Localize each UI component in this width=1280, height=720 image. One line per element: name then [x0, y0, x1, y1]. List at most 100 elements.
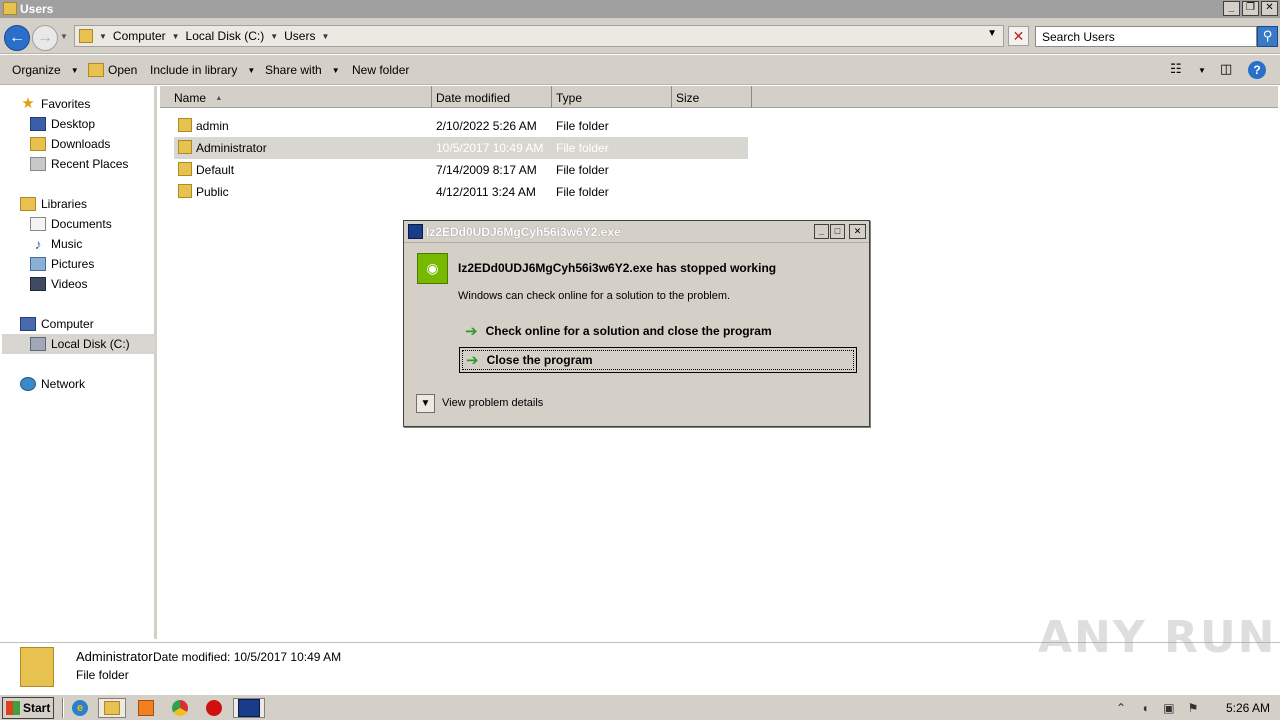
file-type: File folder: [556, 141, 609, 155]
nav-computer[interactable]: Computer: [20, 314, 94, 334]
nav-documents[interactable]: Documents: [30, 214, 112, 234]
nav-network[interactable]: Network: [20, 374, 85, 394]
preview-pane-icon[interactable]: ◫: [1220, 61, 1232, 77]
table-row[interactable]: Default 7/14/2009 8:17 AM File folder: [174, 159, 748, 181]
new-folder-button[interactable]: New folder: [352, 63, 409, 77]
nav-videos-label: Videos: [51, 277, 88, 291]
dialog-title: Iz2EDd0UDJ6MgCyh56i3w6Y2.exe: [426, 225, 621, 239]
start-label: Start: [23, 701, 51, 715]
taskbar-internet-explorer[interactable]: e: [66, 698, 94, 718]
minimize-button[interactable]: _: [1223, 1, 1240, 16]
taskbar-media-player[interactable]: [132, 698, 160, 718]
folder-icon: [178, 184, 192, 198]
nav-music[interactable]: ♪ Music: [30, 234, 83, 254]
chevron-down-icon: ▼: [247, 65, 256, 75]
dialog-minimize-button[interactable]: _: [814, 224, 829, 239]
start-button[interactable]: Start: [2, 697, 54, 719]
taskbar-opera[interactable]: [200, 698, 228, 718]
column-header-size[interactable]: Size: [672, 86, 752, 108]
breadcrumb-users[interactable]: Users: [284, 29, 315, 43]
nav-recent-places[interactable]: Recent Places: [30, 154, 128, 174]
column-header-date-modified[interactable]: Date modified: [432, 86, 552, 108]
column-header-type[interactable]: Type: [552, 86, 672, 108]
action-center-flag-icon[interactable]: ⚑: [1186, 701, 1200, 715]
breadcrumb-computer[interactable]: Computer: [113, 29, 166, 43]
folder-icon: [178, 162, 192, 176]
clock[interactable]: 5:26 AM: [1226, 701, 1270, 715]
search-input[interactable]: Search Users: [1035, 26, 1257, 47]
include-in-library-button[interactable]: Include in library ▼: [150, 63, 255, 77]
media-player-icon: [138, 700, 154, 716]
green-arrow-icon: ➔: [466, 352, 479, 369]
open-label: Open: [108, 63, 138, 77]
folder-icon: [3, 2, 17, 15]
pictures-icon: [30, 257, 46, 271]
folder-locked-icon: [178, 118, 192, 132]
windows-explorer-icon: [104, 701, 120, 715]
application-icon: [408, 224, 423, 239]
view-options-icon[interactable]: ☷: [1170, 61, 1182, 77]
nav-downloads[interactable]: Downloads: [30, 134, 110, 154]
share-with-label: Share with: [265, 63, 322, 77]
nav-libraries-label: Libraries: [41, 197, 88, 211]
organize-button[interactable]: Organize ▼: [12, 63, 79, 77]
recent-pages-dropdown-icon[interactable]: ▼: [60, 32, 68, 41]
show-hidden-icons-icon[interactable]: ⌃: [1114, 701, 1128, 715]
search-icon[interactable]: ⚲: [1257, 26, 1278, 47]
dialog-subtext: Windows can check online for a solution …: [458, 290, 731, 302]
column-header-name[interactable]: Name ▲: [170, 86, 432, 108]
nav-favorites[interactable]: ★ Favorites: [20, 94, 90, 114]
details-type: File folder: [76, 668, 129, 682]
dialog-titlebar[interactable]: Iz2EDd0UDJ6MgCyh56i3w6Y2.exe _ □ ✕: [404, 221, 869, 243]
share-with-button[interactable]: Share with ▼: [265, 63, 340, 77]
taskbar-crashed-app[interactable]: [233, 698, 265, 718]
forward-button[interactable]: →: [32, 25, 58, 51]
view-problem-details-label[interactable]: View problem details: [442, 397, 543, 409]
nav-desktop-label: Desktop: [51, 117, 96, 131]
check-online-button[interactable]: ➔ Check online for a solution and close …: [459, 318, 857, 344]
address-dropdown-icon[interactable]: ▼: [987, 28, 997, 39]
close-program-button[interactable]: ➔ Close the program: [459, 347, 857, 373]
internet-explorer-icon: e: [72, 700, 88, 716]
open-button[interactable]: Open: [88, 63, 137, 77]
taskbar-windows-explorer[interactable]: [98, 698, 126, 718]
table-row[interactable]: Public 4/12/2011 3:24 AM File folder: [174, 181, 748, 203]
stop-icon[interactable]: ✕: [1008, 26, 1029, 46]
table-row[interactable]: admin 2/10/2022 5:26 AM File folder: [174, 115, 748, 137]
sort-ascending-icon: ▲: [215, 95, 223, 103]
chrome-icon: [172, 700, 188, 716]
help-icon[interactable]: ?: [1248, 61, 1266, 79]
nav-libraries[interactable]: Libraries: [20, 194, 87, 214]
nav-local-disk[interactable]: Local Disk (C:): [2, 334, 155, 354]
dialog-close-button[interactable]: ✕: [849, 224, 866, 239]
window-titlebar[interactable]: Users _ ❐ ✕: [0, 0, 1280, 18]
breadcrumb-local-disk[interactable]: Local Disk (C:): [186, 29, 265, 43]
network-icon: [20, 377, 36, 391]
chevron-down-icon[interactable]: ▼: [172, 32, 180, 41]
dialog-maximize-button[interactable]: □: [830, 224, 845, 239]
file-name: Public: [196, 185, 229, 199]
nav-music-label: Music: [51, 237, 83, 251]
chevron-down-icon[interactable]: ▼: [321, 32, 329, 41]
close-button[interactable]: ✕: [1261, 1, 1278, 16]
restore-button[interactable]: ❐: [1242, 1, 1259, 16]
nav-network-label: Network: [41, 377, 86, 391]
taskbar-chrome[interactable]: [166, 698, 194, 718]
network-status-icon[interactable]: ▣: [1162, 701, 1176, 715]
dialog-window-controls: _ □ ✕: [814, 224, 866, 239]
chevron-down-icon[interactable]: ▼: [99, 32, 107, 41]
system-tray: ⌃ ◖ ▣ ⚑ 5:26 AM: [1114, 695, 1280, 720]
nav-desktop[interactable]: Desktop: [30, 114, 95, 134]
column-headers: Name ▲ Date modified Type Size: [160, 86, 1278, 108]
address-box[interactable]: ▼ Computer ▼ Local Disk (C:) ▼ Users ▼ ▼: [74, 25, 1004, 47]
volume-icon[interactable]: ◖: [1138, 701, 1152, 715]
file-date: 10/5/2017 10:49 AM: [436, 141, 544, 155]
nav-pictures[interactable]: Pictures: [30, 254, 94, 274]
expand-details-button[interactable]: ▼: [416, 394, 435, 413]
nav-documents-label: Documents: [51, 217, 112, 231]
chevron-down-icon[interactable]: ▼: [270, 32, 278, 41]
back-button[interactable]: ←: [4, 25, 30, 51]
nav-videos[interactable]: Videos: [30, 274, 87, 294]
table-row[interactable]: Administrator 10/5/2017 10:49 AM File fo…: [174, 137, 748, 159]
chevron-down-icon[interactable]: ▼: [1198, 66, 1206, 75]
